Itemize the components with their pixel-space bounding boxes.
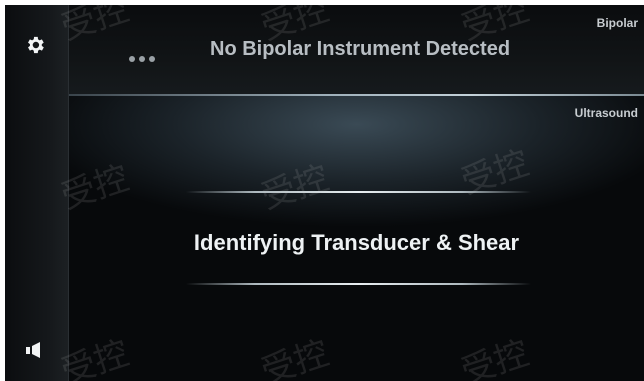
home-icon[interactable] <box>26 342 44 358</box>
gear-icon[interactable] <box>24 34 46 56</box>
ultrasound-status-text: Identifying Transducer & Shear <box>193 230 520 255</box>
bipolar-label: Bipolar <box>596 16 638 30</box>
ultrasound-label: Ultrasound <box>574 106 638 120</box>
activity-dots-icon <box>129 49 159 67</box>
status-bottom-line <box>186 283 531 285</box>
bipolar-panel[interactable]: Bipolar No Bipolar Instrument Detected <box>69 5 644 95</box>
bipolar-status-text: No Bipolar Instrument Detected <box>210 38 511 60</box>
ultrasound-panel[interactable]: Ultrasound Identifying Transducer & Shea… <box>69 96 644 381</box>
sidebar <box>5 5 69 381</box>
generator-screen: Bipolar No Bipolar Instrument Detected U… <box>5 5 644 381</box>
status-top-line <box>186 191 531 193</box>
